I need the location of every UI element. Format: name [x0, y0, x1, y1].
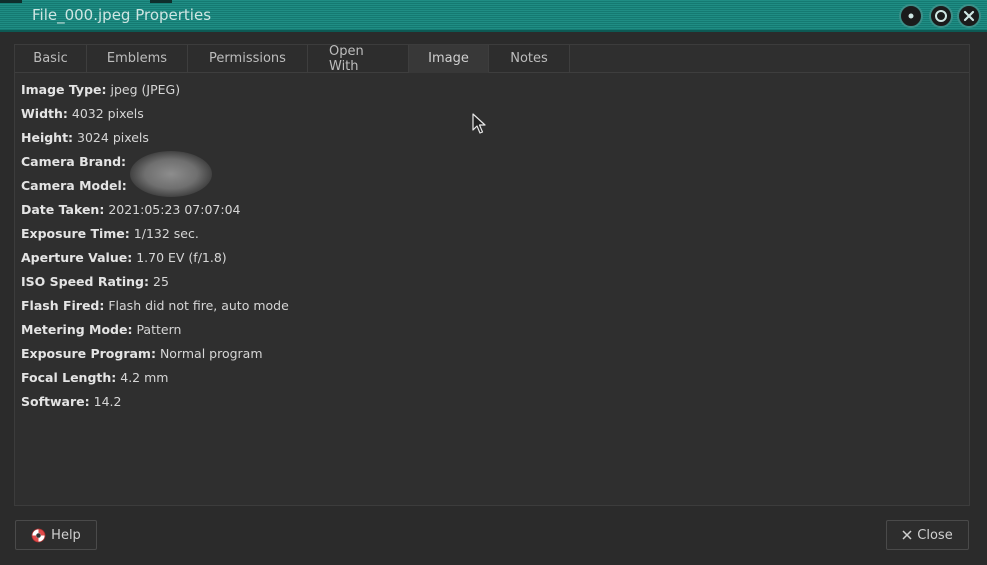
close-window-button[interactable]: [957, 4, 981, 28]
help-button-label: Help: [51, 527, 81, 543]
property-value: 2021:05:23 07:07:04: [108, 202, 241, 217]
close-icon: [963, 10, 975, 22]
property-row: Aperture Value: 1.70 EV (f/1.8): [21, 249, 289, 273]
help-lifebuoy-icon: [31, 528, 46, 543]
property-label: Image Type:: [21, 82, 107, 97]
property-row: Exposure Program: Normal program: [21, 345, 289, 369]
property-label: Camera Brand:: [21, 154, 127, 169]
minimize-icon: [908, 13, 914, 19]
property-value: 4.2 mm: [120, 370, 169, 385]
property-row: Metering Mode: Pattern: [21, 321, 289, 345]
maximize-button[interactable]: [929, 4, 953, 28]
mouse-cursor-icon: [472, 113, 486, 139]
property-label: Metering Mode:: [21, 322, 133, 337]
property-row: Height: 3024 pixels: [21, 129, 289, 153]
property-value: Pattern: [136, 322, 182, 337]
property-row: Date Taken: 2021:05:23 07:07:04: [21, 201, 289, 225]
property-label: Height:: [21, 130, 74, 145]
title-bar[interactable]: File_000.jpeg Properties: [0, 0, 987, 32]
property-label: Flash Fired:: [21, 298, 105, 313]
minimize-button[interactable]: [899, 4, 923, 28]
property-row: Exposure Time: 1/132 sec.: [21, 225, 289, 249]
property-value: Normal program: [159, 346, 263, 361]
tab-permissions[interactable]: Permissions: [188, 45, 308, 73]
property-value: jpeg (JPEG): [110, 82, 181, 97]
property-value: Flash did not fire, auto mode: [108, 298, 289, 313]
property-value: 1/132 sec.: [133, 226, 199, 241]
maximize-icon: [935, 10, 947, 22]
property-label: ISO Speed Rating:: [21, 274, 150, 289]
image-properties-list: Image Type: jpeg (JPEG) Width: 4032 pixe…: [21, 81, 289, 417]
property-row: ISO Speed Rating: 25: [21, 273, 289, 297]
title-bar-decoration: [0, 0, 22, 3]
tab-notes[interactable]: Notes: [489, 45, 570, 73]
help-button[interactable]: Help: [15, 520, 97, 550]
property-value: 4032 pixels: [71, 106, 144, 121]
property-label: Width:: [21, 106, 68, 121]
properties-panel: Basic Emblems Permissions Open With Imag…: [14, 44, 970, 506]
tab-open-with[interactable]: Open With: [308, 44, 409, 74]
tab-bar-divider: [570, 72, 969, 73]
property-label: Exposure Time:: [21, 226, 130, 241]
property-label: Focal Length:: [21, 370, 117, 385]
property-row: Focal Length: 4.2 mm: [21, 369, 289, 393]
property-row: Width: 4032 pixels: [21, 105, 289, 129]
tab-basic[interactable]: Basic: [15, 45, 87, 73]
close-button-label: Close: [917, 527, 953, 543]
tab-bar: Basic Emblems Permissions Open With Imag…: [15, 44, 570, 74]
tab-image[interactable]: Image: [409, 45, 489, 73]
tab-emblems[interactable]: Emblems: [87, 45, 188, 73]
property-value: 14.2: [93, 394, 122, 409]
property-value: 1.70 EV (f/1.8): [136, 250, 227, 265]
title-bar-decoration: [150, 0, 172, 3]
property-label: Exposure Program:: [21, 346, 156, 361]
property-value: 25: [153, 274, 169, 289]
property-value: 3024 pixels: [77, 130, 149, 145]
property-row: Flash Fired: Flash did not fire, auto mo…: [21, 297, 289, 321]
close-x-icon: [902, 530, 912, 540]
window-title: File_000.jpeg Properties: [32, 6, 212, 24]
property-label: Software:: [21, 394, 90, 409]
close-button[interactable]: Close: [886, 520, 969, 550]
redaction-blur: [130, 151, 212, 197]
property-row: Image Type: jpeg (JPEG): [21, 81, 289, 105]
property-label: Aperture Value:: [21, 250, 133, 265]
property-row: Software: 14.2: [21, 393, 289, 417]
property-label: Camera Model:: [21, 178, 127, 193]
property-label: Date Taken:: [21, 202, 105, 217]
